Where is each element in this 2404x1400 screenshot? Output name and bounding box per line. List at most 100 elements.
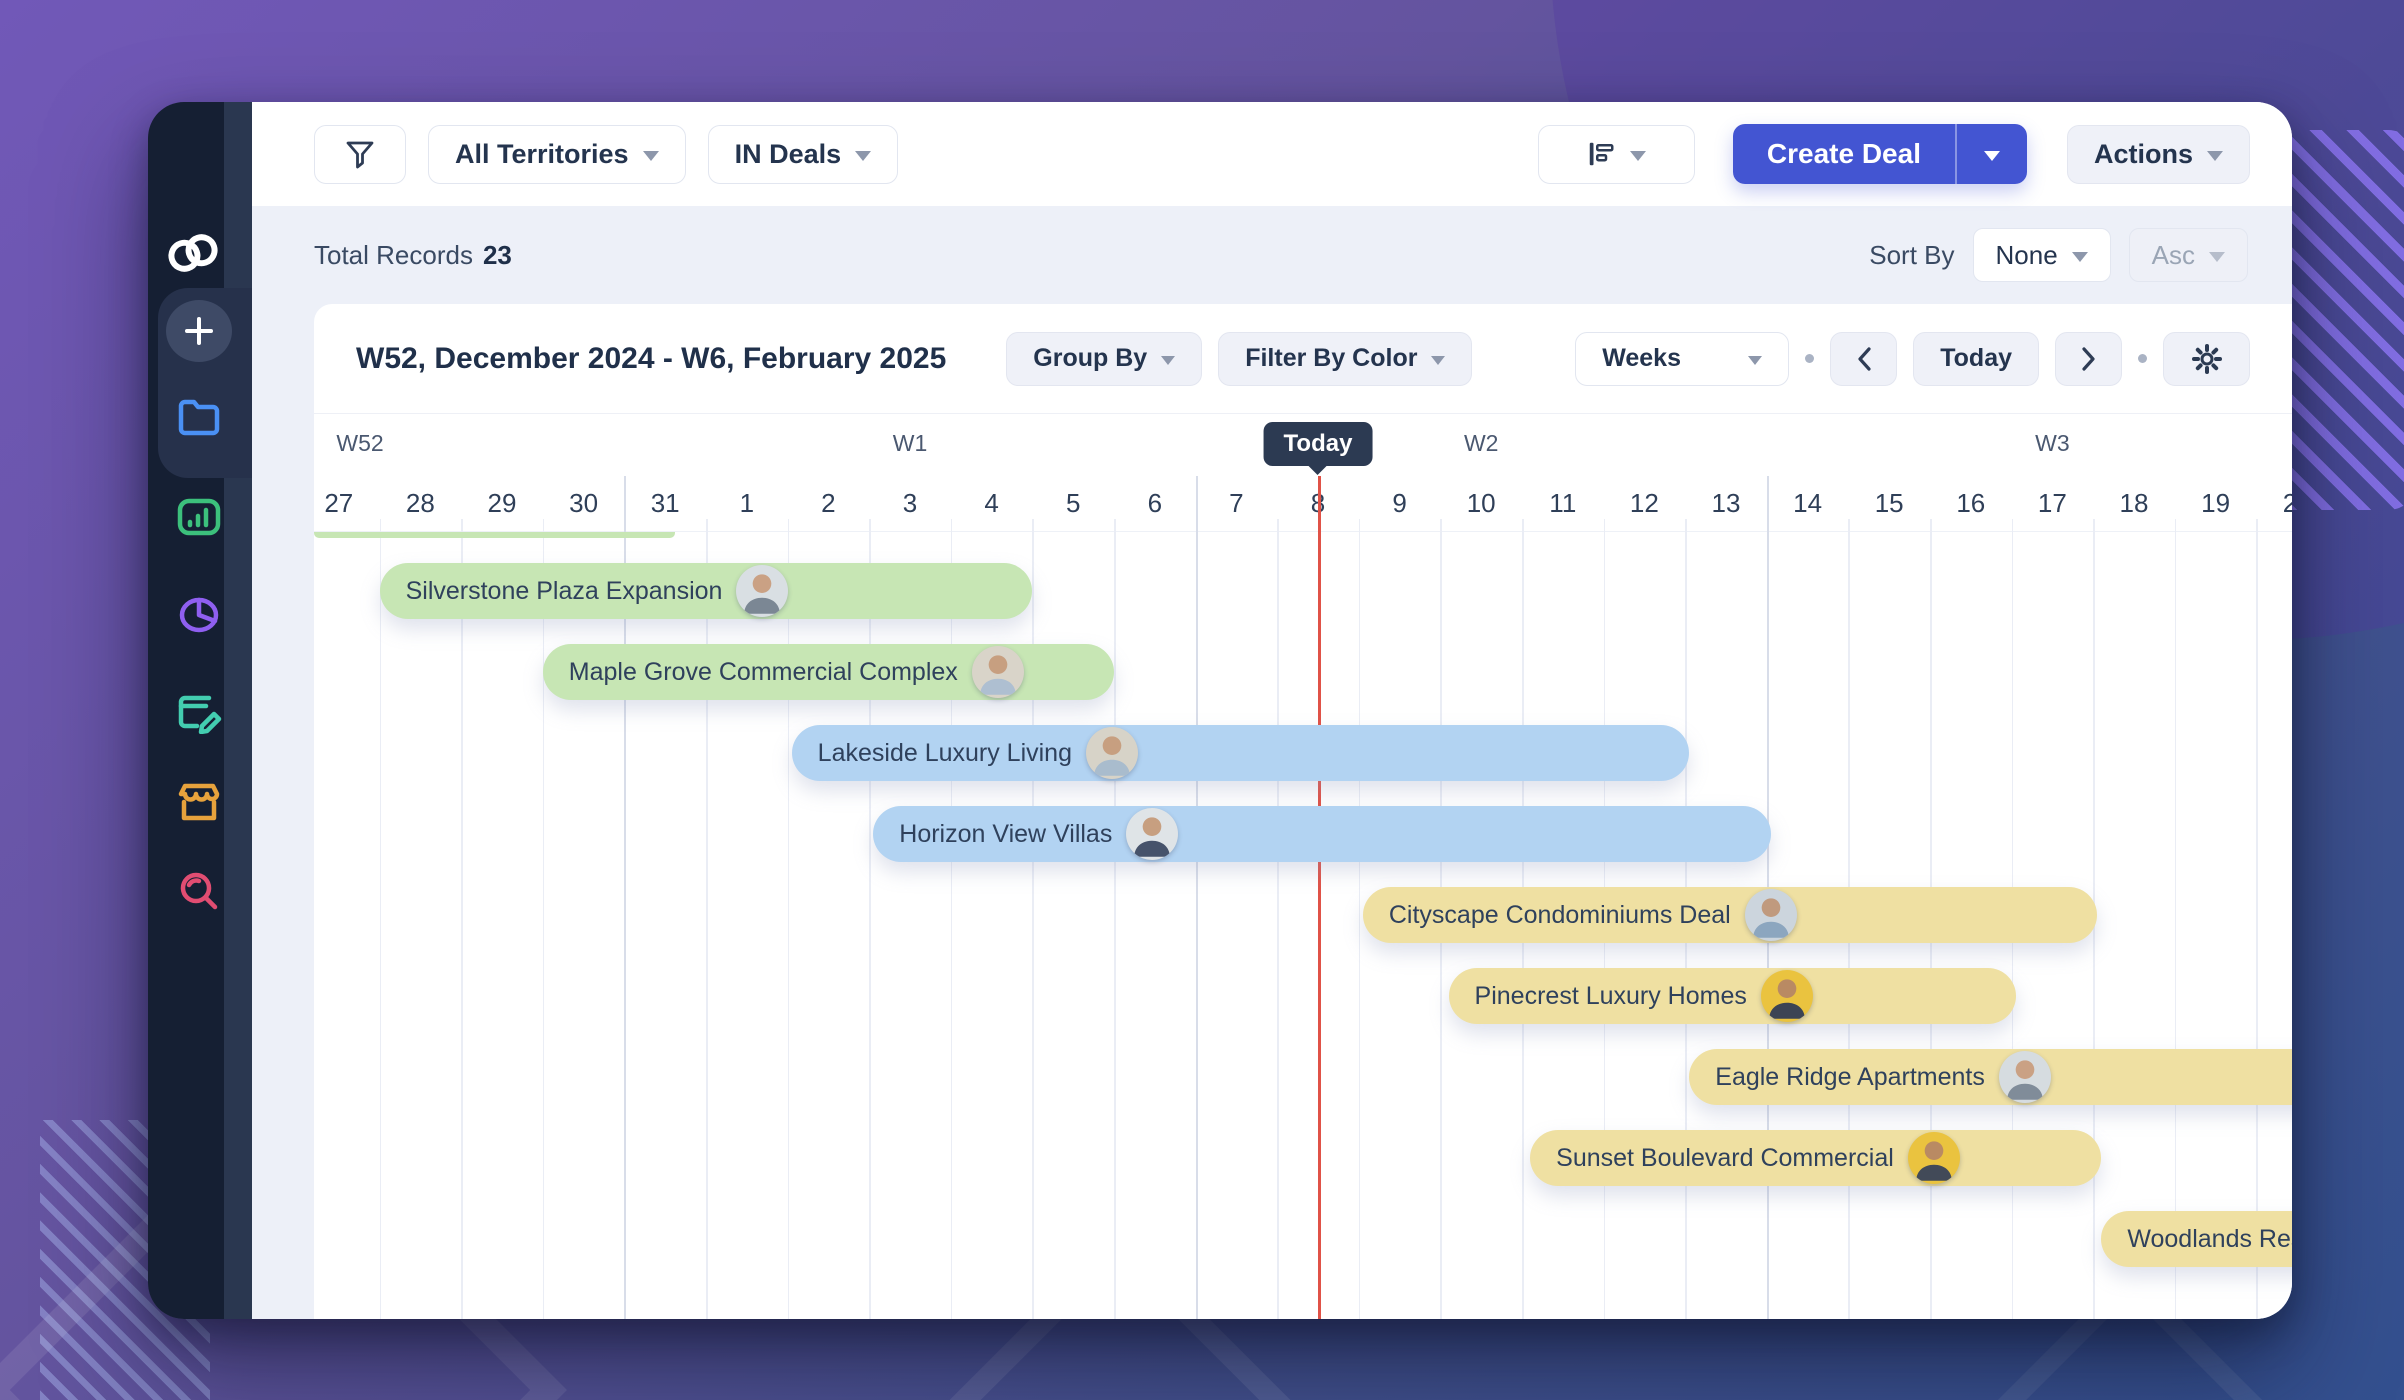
week-label: W2 — [1464, 430, 1499, 457]
folder-icon — [176, 397, 222, 437]
sidebar-item-reports[interactable] — [166, 486, 232, 548]
group-by-dropdown[interactable]: Group By — [1006, 332, 1202, 386]
day-label: 15 — [1875, 488, 1904, 519]
create-deal-menu-button[interactable] — [1955, 124, 2027, 184]
deal-owner-avatar — [1126, 808, 1178, 860]
deal-name-label: Cityscape Condominiums Deal — [1389, 901, 1731, 930]
day-label: 6 — [1148, 488, 1162, 519]
previous-period-button[interactable] — [1830, 332, 1897, 386]
chevron-right-icon — [2081, 346, 2097, 372]
time-scale-dropdown[interactable]: Weeks — [1575, 332, 1789, 386]
top-toolbar: All Territories IN Deals — [252, 102, 2292, 206]
module-dropdown-label: IN Deals — [735, 139, 842, 170]
day-label: 14 — [1793, 488, 1822, 519]
deal-name-label: Maple Grove Commercial Complex — [569, 658, 958, 687]
sidebar-item-deals[interactable] — [166, 386, 232, 448]
chevron-down-icon — [855, 151, 871, 161]
gear-icon — [2190, 342, 2224, 376]
deal-owner-avatar — [1999, 1051, 2051, 1103]
today-button[interactable]: Today — [1913, 332, 2039, 386]
chevron-down-icon — [2207, 151, 2223, 161]
sidebar-item-search[interactable] — [166, 860, 232, 922]
create-deal-button[interactable]: Create Deal — [1733, 124, 1955, 184]
module-dropdown[interactable]: IN Deals — [708, 125, 899, 184]
day-label: 16 — [1956, 488, 1985, 519]
filter-button[interactable] — [314, 125, 406, 184]
week-gridline — [1196, 476, 1198, 1319]
sidebar-item-analytics[interactable] — [166, 584, 232, 646]
day-label: 29 — [488, 488, 517, 519]
deal-name-label: Woodlands Residential — [2127, 1225, 2292, 1254]
day-label: 13 — [1712, 488, 1741, 519]
gantt-bar[interactable]: Lakeside Luxury Living — [792, 725, 1690, 781]
dot-separator — [1805, 354, 1814, 363]
day-gridline — [1359, 519, 1361, 1319]
territory-dropdown[interactable]: All Territories — [428, 125, 686, 184]
view-selector-dropdown[interactable] — [1538, 125, 1695, 184]
sidebar-item-marketplace[interactable] — [166, 772, 232, 834]
day-label: 9 — [1392, 488, 1406, 519]
deal-owner-avatar — [1908, 1132, 1960, 1184]
gantt-bar[interactable]: Woodlands Residential — [2101, 1211, 2292, 1267]
calendar-edit-icon — [176, 692, 222, 734]
day-label: 11 — [1549, 488, 1576, 519]
funnel-icon — [343, 137, 377, 171]
day-label: 27 — [324, 488, 353, 519]
gantt-bar[interactable]: Pinecrest Luxury Homes — [1449, 968, 2016, 1024]
week-label: W52 — [336, 430, 383, 457]
deal-owner-avatar — [1761, 970, 1813, 1022]
deal-name-label: Horizon View Villas — [899, 820, 1112, 849]
day-label: 31 — [651, 488, 680, 519]
day-label: 5 — [1066, 488, 1080, 519]
day-label: 30 — [569, 488, 598, 519]
dot-separator — [2138, 354, 2147, 363]
day-gridline — [2256, 519, 2258, 1319]
gantt-bar[interactable]: Eagle Ridge Apartments — [1689, 1049, 2292, 1105]
day-label: 10 — [1467, 488, 1496, 519]
next-period-button[interactable] — [2055, 332, 2122, 386]
gantt-bar-clipped[interactable] — [314, 532, 675, 538]
today-marker: Today — [1264, 422, 1373, 466]
gantt-bar[interactable]: Sunset Boulevard Commercial — [1530, 1130, 2101, 1186]
records-bar: Total Records 23 Sort By None Asc — [252, 206, 2292, 304]
filter-by-color-dropdown[interactable]: Filter By Color — [1218, 332, 1472, 386]
week-row: Today W52W1W2W3 — [314, 414, 2292, 476]
chevron-down-icon — [1630, 151, 1646, 161]
create-deal-split-button: Create Deal — [1733, 124, 2027, 184]
sort-field-dropdown[interactable]: None — [1973, 228, 2111, 282]
deal-owner-avatar — [972, 646, 1024, 698]
gantt-settings-button[interactable] — [2163, 332, 2250, 386]
chevron-down-icon — [1748, 356, 1762, 365]
chevron-down-icon — [643, 151, 659, 161]
gantt-bar[interactable]: Cityscape Condominiums Deal — [1363, 887, 2097, 943]
sidebar-item-tasks[interactable] — [166, 682, 232, 744]
group-by-label: Group By — [1033, 344, 1147, 373]
magnifier-icon — [177, 869, 221, 913]
day-gridline — [1032, 519, 1034, 1319]
sort-field-value: None — [1996, 240, 2058, 271]
sort-by-label: Sort By — [1869, 240, 1954, 271]
timeline-body: Silverstone Plaza Expansion Maple Grove C… — [314, 476, 2292, 1319]
bar-chart-icon — [176, 497, 222, 537]
actions-dropdown-label: Actions — [2094, 139, 2193, 170]
chevron-down-icon — [1431, 356, 1445, 365]
gantt-bar[interactable]: Silverstone Plaza Expansion — [380, 563, 1033, 619]
chevron-down-icon — [2209, 252, 2225, 262]
day-label: 19 — [2201, 488, 2230, 519]
gantt-bar[interactable]: Horizon View Villas — [873, 806, 1771, 862]
sort-order-value: Asc — [2152, 240, 2195, 271]
gantt-bar[interactable]: Maple Grove Commercial Complex — [543, 644, 1114, 700]
gantt-timeline: Today W52W1W2W3 Silverstone Plaza Expans… — [314, 414, 2292, 1319]
chevron-down-icon — [1161, 356, 1175, 365]
add-button[interactable] — [166, 300, 232, 362]
chevron-down-icon — [2072, 252, 2088, 262]
day-gridline — [461, 519, 463, 1319]
chevron-down-icon — [1984, 151, 2000, 161]
sort-order-dropdown[interactable]: Asc — [2129, 228, 2248, 282]
day-gridline — [951, 519, 953, 1319]
gantt-view-icon — [1586, 139, 1616, 169]
day-gridline — [788, 519, 790, 1319]
total-records-count: 23 — [483, 240, 512, 271]
gantt-panel: W52, December 2024 - W6, February 2025 G… — [314, 304, 2292, 1319]
actions-dropdown[interactable]: Actions — [2067, 125, 2250, 184]
